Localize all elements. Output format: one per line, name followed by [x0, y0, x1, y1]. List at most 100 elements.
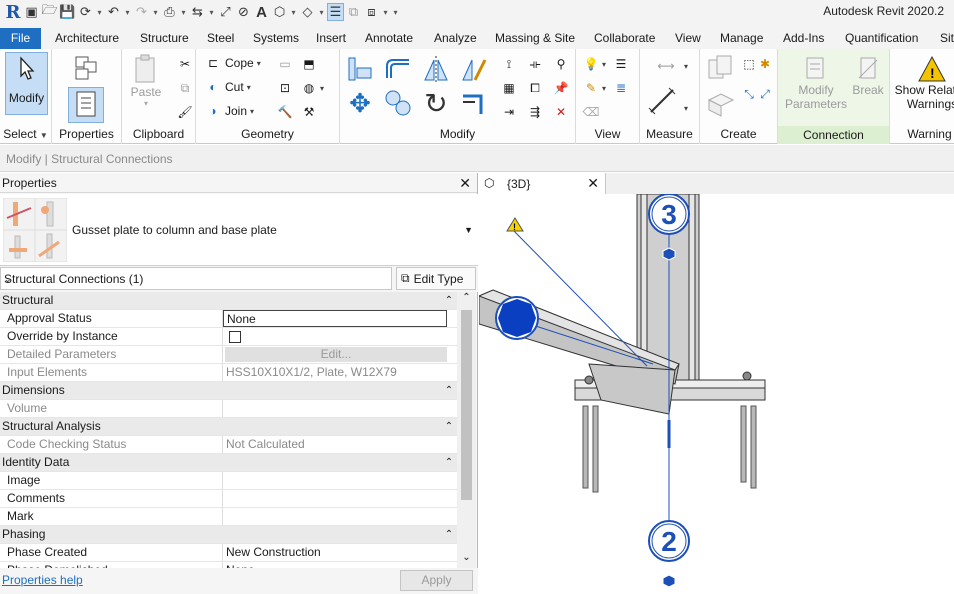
tab-manage[interactable]: Manage — [720, 28, 763, 49]
break-button[interactable]: Break — [850, 53, 886, 97]
offset-button[interactable] — [382, 53, 414, 85]
collapse-chevron-icon[interactable]: ⌃ — [441, 382, 457, 399]
aligned-dimension-icon[interactable]: ⤢ — [217, 3, 234, 21]
measure-between-icon[interactable]: ⟷ — [648, 57, 684, 75]
print-icon[interactable]: ⎙ — [161, 3, 178, 21]
split-gap-icon[interactable]: ⟛ — [526, 55, 544, 73]
cut-button[interactable]: ◐ Cut ▾ — [204, 78, 250, 96]
tab-view[interactable]: View — [675, 28, 701, 49]
open-icon[interactable]: 🗁 — [41, 2, 58, 21]
override-graphics-icon[interactable]: ☰ — [612, 55, 630, 73]
close-icon[interactable]: ✕ — [459, 173, 471, 193]
divide-parts-icon[interactable]: ⤢ — [756, 85, 774, 103]
undo-icon[interactable]: ↶ — [105, 3, 122, 21]
home-icon[interactable]: ▣ — [23, 3, 40, 21]
join-button[interactable]: ◑ Join ▾ — [204, 102, 254, 120]
collapse-chevron-icon[interactable]: ⌃ — [441, 454, 457, 471]
property-value[interactable]: None — [223, 310, 447, 327]
tab-analyze[interactable]: Analyze — [434, 28, 477, 49]
move-button[interactable]: ✥ — [344, 87, 376, 119]
delete-icon[interactable]: ✕ — [552, 103, 570, 121]
copy-icon[interactable]: ⧉ — [176, 79, 194, 97]
array-icon[interactable]: ▦ — [500, 79, 518, 97]
pen-icon[interactable]: ✎ — [582, 79, 600, 97]
cope-button[interactable]: ⊏ Cope ▾ — [204, 54, 261, 72]
paint-icon[interactable]: ◍ — [300, 79, 318, 97]
tab-annotate[interactable]: Annotate — [365, 28, 413, 49]
show-related-warnings-button[interactable]: ! Show Related Warnings — [894, 53, 954, 111]
text-icon[interactable]: A — [253, 3, 270, 21]
copy-modify-button[interactable] — [382, 87, 414, 119]
property-value[interactable] — [223, 508, 457, 525]
align-button[interactable] — [344, 53, 376, 85]
eraser-icon[interactable]: ⌫ — [582, 103, 600, 121]
split-face-icon[interactable]: ⬒ — [300, 55, 318, 73]
override-checkbox[interactable] — [229, 331, 241, 343]
type-properties-button[interactable] — [66, 52, 106, 84]
beam-column-joins-icon[interactable]: ⊡ — [276, 79, 294, 97]
hide-isolate-icon[interactable]: 💡 — [582, 55, 600, 73]
scale-icon[interactable]: ⧠ — [526, 79, 544, 97]
group-identity-data[interactable]: Identity Data ⌃ — [0, 454, 457, 472]
save-icon[interactable]: 💾 — [59, 3, 76, 21]
apply-button[interactable]: Apply — [400, 570, 473, 591]
property-value[interactable] — [223, 472, 457, 489]
dimension-button[interactable] — [646, 85, 678, 117]
demolish-icon[interactable]: 🔨 — [276, 103, 294, 121]
redo-icon[interactable]: ↷ — [133, 3, 150, 21]
rotate-button[interactable]: ↻ — [420, 87, 452, 119]
extend-icon[interactable]: ⇶ — [526, 103, 544, 121]
close-icon[interactable]: ✕ — [587, 175, 599, 192]
tab-structure[interactable]: Structure — [140, 28, 189, 49]
switch-windows-icon[interactable]: ⧈ — [363, 3, 380, 21]
tab-add-ins[interactable]: Add-Ins — [783, 28, 824, 49]
paste-button[interactable]: Paste ▾ — [128, 53, 164, 108]
tab-file[interactable]: File — [0, 28, 41, 49]
group-structural-analysis[interactable]: Structural Analysis ⌃ — [0, 418, 457, 436]
wall-joins-icon[interactable]: ▭ — [276, 55, 294, 73]
mirror-draw-axis-button[interactable] — [458, 53, 490, 85]
type-selector[interactable]: Gusset plate to column and base plate ▼ — [0, 194, 478, 266]
close-hidden-icon[interactable]: ⧉ — [345, 3, 362, 21]
split-element-icon[interactable]: ⟟ — [500, 55, 518, 73]
tab-architecture[interactable]: Architecture — [55, 28, 119, 49]
tab-quantification[interactable]: Quantification — [845, 28, 918, 49]
collapse-chevron-icon[interactable]: ⌃ — [441, 418, 457, 435]
trim-icon[interactable]: ⚒ — [300, 103, 318, 121]
collapse-chevron-icon[interactable]: ⌃ — [441, 526, 457, 543]
select-panel-title[interactable]: Select ▼ — [0, 127, 51, 141]
create-parts-button[interactable] — [704, 87, 736, 119]
instance-filter-dropdown[interactable]: Structural Connections (1) ⌄ — [0, 267, 392, 290]
trim-extend-button[interactable] — [458, 87, 490, 119]
properties-help-link[interactable]: Properties help — [2, 573, 83, 587]
create-similar-icon[interactable]: ✱ — [756, 55, 774, 73]
modify-parameters-button[interactable]: Modify Parameters — [785, 53, 847, 111]
edit-parameters-button[interactable]: Edit... — [225, 347, 447, 362]
properties-scrollbar[interactable]: ⌃ ⌄ — [457, 292, 476, 568]
pin-icon[interactable]: 📌 — [552, 79, 570, 97]
tag-icon[interactable]: ⊘ — [235, 3, 252, 21]
tab-steel[interactable]: Steel — [207, 28, 234, 49]
customize-qat-icon[interactable]: ▾ — [391, 8, 400, 17]
group-structural[interactable]: Structural ⌃ — [0, 292, 457, 310]
tab-collaborate[interactable]: Collaborate — [594, 28, 655, 49]
3d-view-canvas[interactable]: ! 3 2 — [479, 194, 954, 594]
thin-lines-icon[interactable]: ☰ — [327, 3, 344, 21]
chevron-down-icon[interactable]: ▼ — [464, 225, 473, 235]
unpin-icon[interactable]: ⚲ — [552, 55, 570, 73]
property-value[interactable] — [223, 490, 457, 507]
mirror-pick-axis-button[interactable] — [420, 53, 452, 85]
edit-type-button[interactable]: ⧉ Edit Type — [396, 267, 476, 290]
trim-multiple-icon[interactable]: ⇥ — [500, 103, 518, 121]
modify-button[interactable]: Modify — [5, 52, 48, 115]
linework-icon[interactable]: ≣ — [612, 79, 630, 97]
sync-icon[interactable]: ⟳ — [77, 3, 94, 21]
group-dimensions[interactable]: Dimensions ⌃ — [0, 382, 457, 400]
property-value[interactable]: New Construction — [223, 544, 457, 561]
measure-qat-icon[interactable]: ⇆ — [189, 3, 206, 21]
tab-systems[interactable]: Systems — [253, 28, 299, 49]
default-3d-view-icon[interactable]: ⬡ — [271, 3, 288, 21]
create-assembly-button[interactable] — [704, 53, 736, 85]
view-tab-3d[interactable]: ⬡ {3D} ✕ — [479, 173, 606, 194]
revit-logo-icon[interactable]: R — [4, 2, 22, 23]
